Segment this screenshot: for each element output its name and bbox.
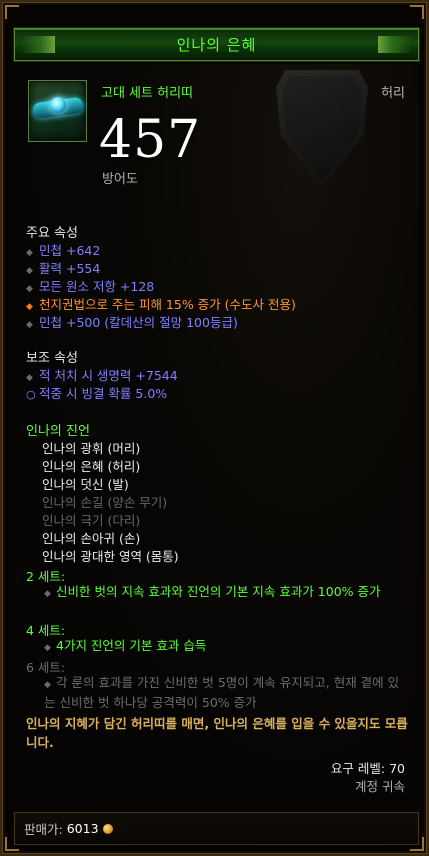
diamond-bullet-icon: ◆	[26, 266, 33, 276]
set-bonus-4: ◆ 4가지 진언의 기본 효과 습득	[44, 637, 406, 657]
legendary-affix: ◆ 천지권법으로 주는 피해 15% 증가 (수도사 전용)	[26, 294, 296, 313]
sell-value-bar: 판매가: 6013	[14, 812, 419, 845]
belt-item-icon	[28, 80, 87, 142]
bonus-text: 4가지 진언의 기본 효과 습득	[56, 638, 207, 653]
required-level: 요구 레벨: 70	[330, 761, 405, 776]
primary-attributes-title: 주요 속성	[26, 226, 78, 241]
armor-label: 방어도	[102, 172, 138, 187]
set-item: 인나의 덧신 (발)	[42, 477, 129, 492]
tooltip-body: 고대 세트 허리띠 허리 457 방어도 주요 속성 ◆ 민첩 +642 ◆ 활력 …	[14, 64, 419, 810]
armor-value: 457	[99, 110, 202, 170]
stat-text: 적 처치 시 생명력 +7544	[39, 368, 178, 383]
diamond-bullet-icon: ◆	[26, 284, 33, 294]
secondary-stat: ◆ 적 처치 시 생명력 +7544	[26, 365, 178, 384]
set-item: 인나의 은혜 (허리)	[42, 459, 141, 474]
diamond-bullet-icon: ◆	[44, 680, 51, 690]
frame-corner	[410, 5, 424, 19]
stat-text: 모든 원소 저항 +128	[39, 279, 155, 294]
legendary-bullet-icon: ◆	[26, 302, 33, 312]
diamond-bullet-icon: ◆	[44, 643, 51, 653]
diamond-bullet-icon: ◆	[26, 320, 33, 330]
frame-corner	[5, 5, 19, 19]
set-item: 인나의 광대한 영역 (몸통)	[42, 549, 179, 564]
set-item-missing: 인나의 극기 (다리)	[42, 513, 141, 528]
item-name-header: 인나의 은혜	[14, 28, 419, 61]
item-type: 고대 세트 허리띠	[101, 86, 193, 101]
account-bound: 계정 귀속	[355, 779, 405, 794]
flavor-text: 인나의 지혜가 담긴 허리띠를 매면, 인나의 은혜를 입을 수 있을지도 모릅…	[26, 716, 408, 750]
secondary-stat: ○ 적중 시 빙결 확률 5.0%	[26, 383, 167, 402]
stat-text: 천지권법으로 주는 피해 15% 증가 (수도사 전용)	[39, 297, 296, 312]
stat-text: 활력 +554	[39, 261, 101, 276]
primary-stat: ◆ 민첩 +500 (칼데산의 절망 100등급)	[26, 312, 238, 331]
set-item: 인나의 손아귀 (손)	[42, 531, 141, 546]
primary-stat: ◆ 민첩 +642	[26, 240, 100, 259]
set-bonus-2: ◆ 신비한 벗의 지속 효과와 진언의 기본 지속 효과가 100% 증가	[44, 583, 406, 603]
item-tooltip: 인나의 은혜 고대 세트 허리띠 허리 457 방어도 주요 속성 ◆ 민첩 +6…	[0, 0, 429, 856]
set-bonus-6: ◆ 각 룬의 효과를 가진 신비한 벗 5명이 계속 유지되고, 현재 곁에 있는…	[44, 674, 406, 712]
stat-text: 적중 시 빙결 확률 5.0%	[39, 386, 168, 401]
set-item-missing: 인나의 손길 (양손 무기)	[42, 495, 168, 510]
stat-text: 민첩 +500 (칼데산의 절망 100등급)	[39, 315, 238, 330]
item-name: 인나의 은혜	[176, 36, 257, 54]
sell-label: 판매가:	[24, 822, 63, 837]
stat-text: 민첩 +642	[39, 243, 101, 258]
diamond-bullet-icon: ◆	[26, 248, 33, 258]
gold-coin-icon	[102, 823, 113, 834]
ring-bullet-icon: ○	[26, 388, 36, 401]
diamond-bullet-icon: ◆	[44, 589, 51, 599]
item-slot: 허리	[381, 86, 405, 101]
primary-stat: ◆ 활력 +554	[26, 258, 100, 277]
bonus-text: 신비한 벗의 지속 효과와 진언의 기본 지속 효과가 100% 증가	[56, 584, 381, 599]
diamond-bullet-icon: ◆	[26, 373, 33, 383]
secondary-attributes-title: 보조 속성	[26, 351, 78, 366]
sell-value: 6013	[66, 821, 99, 836]
bonus-text: 각 룬의 효과를 가진 신비한 벗 5명이 계속 유지되고, 현재 곁에 있는 …	[44, 675, 400, 710]
armor-shield-icon	[276, 70, 368, 188]
belt-gem	[50, 97, 66, 113]
set-name: 인나의 진언	[26, 424, 90, 439]
set-item: 인나의 광휘 (머리)	[42, 441, 141, 456]
primary-stat: ◆ 모든 원소 저항 +128	[26, 276, 154, 295]
